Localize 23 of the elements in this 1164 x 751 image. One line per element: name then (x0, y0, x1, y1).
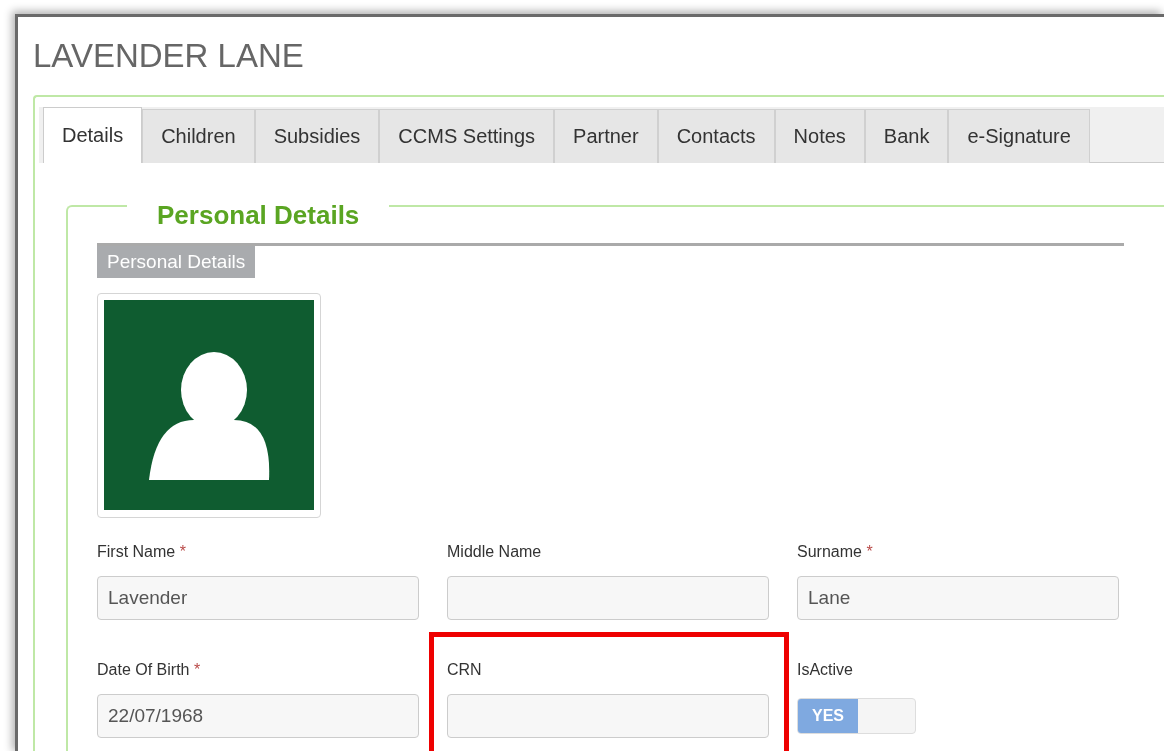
field-label: IsActive (797, 660, 853, 680)
tab[interactable]: Bank (864, 108, 949, 163)
input-field[interactable]: Lavender (97, 576, 419, 620)
input-field[interactable]: Lane (797, 576, 1119, 620)
field-label: Surname * (797, 542, 873, 562)
tab[interactable]: e-Signature (948, 108, 1090, 163)
tab[interactable]: Notes (774, 108, 865, 163)
tab[interactable]: Subsidies (254, 108, 380, 163)
tab[interactable]: Contacts (657, 108, 775, 163)
field-label: Date Of Birth * (97, 660, 201, 680)
field-label: Middle Name (447, 542, 542, 562)
field-label: First Name * (97, 542, 186, 562)
input-field[interactable]: 22/07/1968 (97, 694, 419, 738)
tab[interactable]: Details (43, 106, 143, 163)
tab[interactable]: CCMS Settings (379, 108, 555, 163)
input-field[interactable] (447, 576, 769, 620)
page-title: LAVENDER LANE (33, 36, 305, 76)
section-legend: Personal Details (157, 199, 360, 230)
tab[interactable]: Partner (554, 108, 658, 163)
tab[interactable]: Children (142, 108, 255, 163)
input-field[interactable] (447, 694, 769, 738)
section-subheading: Personal Details (97, 245, 256, 278)
field-label: CRN (447, 660, 482, 680)
